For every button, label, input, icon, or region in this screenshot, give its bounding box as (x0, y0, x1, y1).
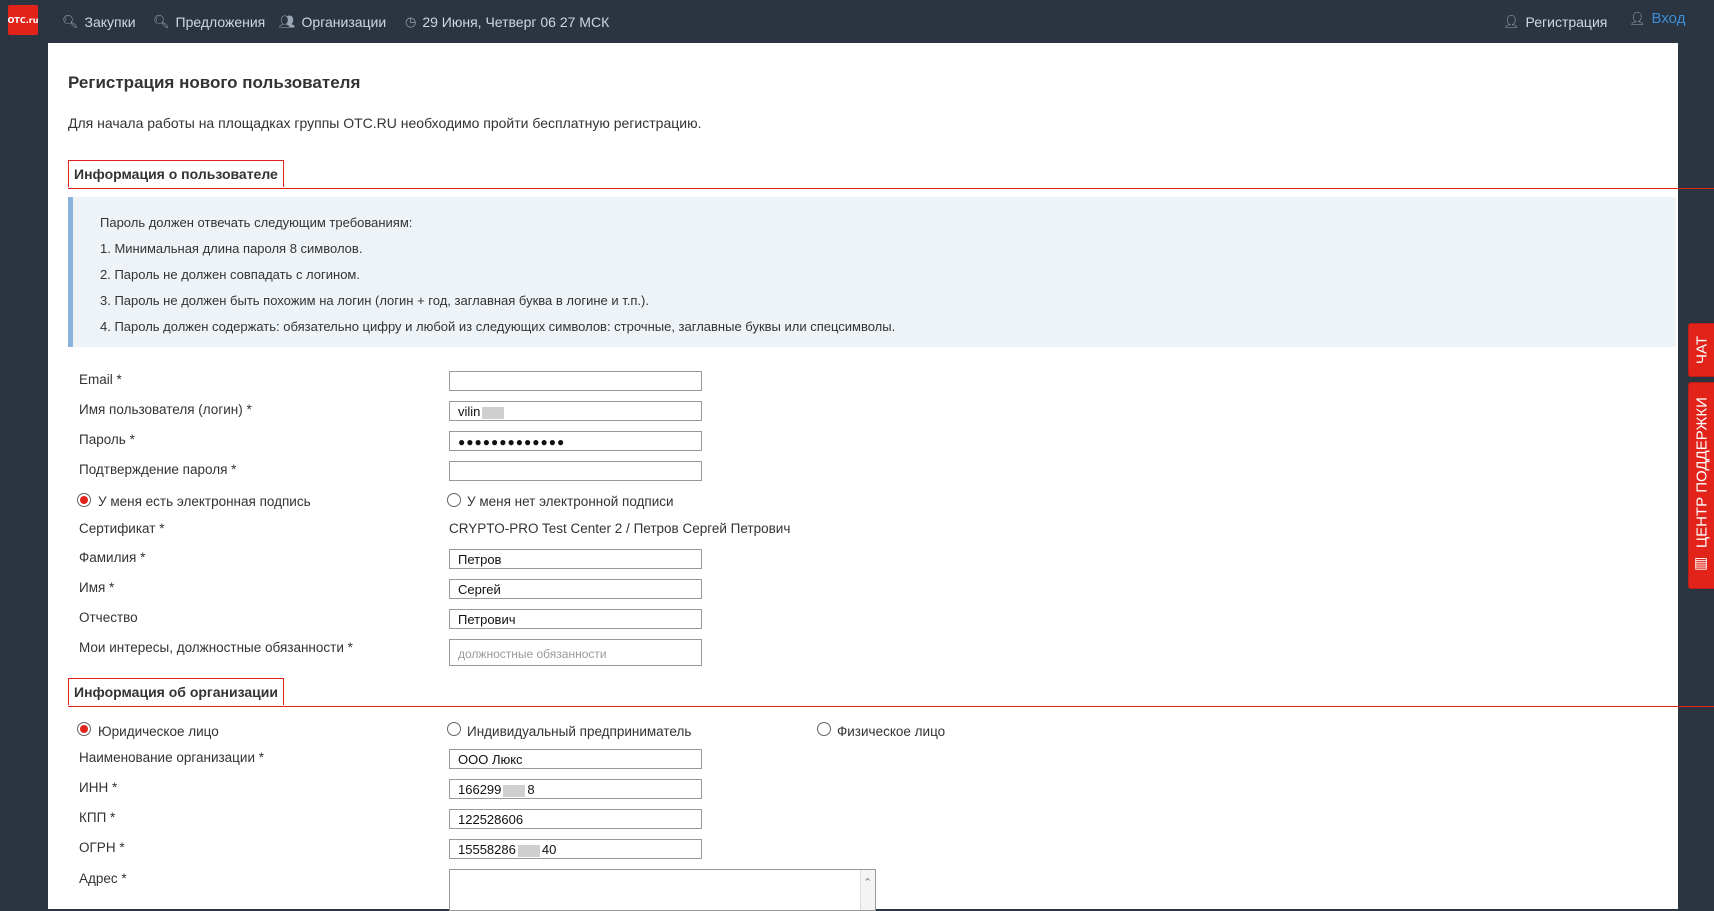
middle-name-label: Отчество (79, 610, 138, 625)
hint-item: 1. Минимальная длина пароля 8 символов. (100, 241, 363, 256)
password-hint: Пароль должен отвечать следующим требова… (68, 197, 1676, 347)
ogrn-value-start: 15558286 (458, 842, 516, 857)
hint-item: 4. Пароль должен содержать: обязательно … (100, 319, 896, 334)
inn-field[interactable]: 166299 8 (449, 779, 702, 799)
users-icon: 👥︎ (279, 13, 296, 29)
org-type-legal-label: Юридическое лицо (98, 724, 219, 739)
hint-item: 3. Пароль не должен быть похожим на логи… (100, 293, 649, 308)
redacted-block (517, 844, 540, 857)
support-icon: ▤ (1693, 555, 1710, 574)
last-name-field[interactable]: Петров (449, 549, 702, 569)
search-icon: 🔍︎ (153, 13, 170, 29)
org-type-ip-radio[interactable] (447, 722, 461, 736)
page-title: Регистрация нового пользователя (68, 73, 361, 92)
inn-label: ИНН * (79, 780, 118, 795)
user-icon: 👤︎ (1629, 10, 1646, 26)
nav-offers-label: Предложения (175, 13, 266, 30)
nav-offers[interactable]: 🔍︎ Предложения (153, 0, 265, 43)
clock-icon: ◷ (405, 13, 417, 29)
address-textarea[interactable] (449, 869, 876, 911)
certificate-label: Сертификат * (79, 521, 165, 536)
email-label: Email * (79, 372, 122, 387)
textarea-scrollbar[interactable] (860, 870, 875, 910)
register-link[interactable]: 👤︎ Регистрация (1503, 0, 1607, 43)
user-section-header: Информация о пользователе (68, 160, 1714, 189)
nav-purchases[interactable]: 🔍︎ Закупки (62, 0, 136, 43)
support-label: ЦЕНТР ПОДДЕРЖКИ (1693, 397, 1711, 548)
certificate-value: CRYPTO-PRO Test Center 2 / Петров Сергей… (449, 521, 791, 536)
first-name-label: Имя * (79, 580, 115, 595)
otc-logo[interactable]: OTC.ru (8, 5, 38, 35)
login-label: Вход (1651, 10, 1686, 27)
registration-panel: Регистрация нового пользователя Для нача… (48, 43, 1714, 911)
org-section-title: Информация об организации (68, 678, 284, 705)
signature-yes-label: У меня есть электронная подпись (98, 494, 311, 509)
password-confirm-label: Подтверждение пароля * (79, 462, 237, 477)
org-name-label: Наименование организации * (79, 750, 264, 765)
password-field[interactable]: ●●●●●●●●●●●●● (449, 431, 702, 451)
interests-field[interactable]: должностные обязанности (449, 639, 702, 666)
email-field[interactable] (449, 371, 702, 391)
nav-purchases-label: Закупки (84, 13, 136, 30)
hint-lead: Пароль должен отвечать следующим требова… (100, 215, 413, 230)
signature-no-radio[interactable] (447, 493, 461, 507)
kpp-label: КПП * (79, 810, 116, 825)
chat-label: ЧАТ (1693, 336, 1711, 364)
inn-value-start: 166299 (458, 782, 502, 797)
login-field[interactable]: vilin (449, 401, 702, 421)
org-type-legal-radio[interactable] (77, 722, 91, 736)
password-confirm-field[interactable] (449, 461, 702, 481)
login-value: vilin (458, 404, 481, 419)
kpp-field[interactable]: 122528606 (449, 809, 702, 829)
top-bar: OTC.ru 🔍︎ Закупки 🔍︎ Предложения 👥︎ Орга… (0, 0, 1714, 43)
search-icon: 🔍︎ (62, 13, 79, 29)
address-label: Адрес * (79, 871, 127, 886)
ogrn-field[interactable]: 15558286 40 (449, 839, 702, 859)
register-label: Регистрация (1525, 13, 1608, 30)
datetime-label: 29 Июня, Четверг 06 27 МСК (422, 13, 610, 30)
org-type-person-label: Физическое лицо (837, 724, 946, 739)
inn-value-end: 8 (527, 782, 535, 797)
datetime: ◷ 29 Июня, Четверг 06 27 МСК (405, 0, 609, 43)
signature-no-label: У меня нет электронной подписи (467, 494, 674, 509)
chat-tab[interactable]: ЧАТ (1688, 323, 1714, 377)
nav-organizations-label: Организации (301, 13, 387, 30)
page-intro: Для начала работы на площадках группы OT… (68, 115, 702, 131)
org-type-person-radio[interactable] (817, 722, 831, 736)
login-label: Имя пользователя (логин) * (79, 402, 252, 417)
login-link[interactable]: 👤︎ Вход (1629, 0, 1685, 40)
org-name-field[interactable]: ООО Люкс (449, 749, 702, 769)
ogrn-label: ОГРН * (79, 840, 125, 855)
org-section-header: Информация об организации (68, 678, 1714, 707)
first-name-field[interactable]: Сергей (449, 579, 702, 599)
password-label: Пароль * (79, 432, 135, 447)
redacted-block (482, 406, 505, 419)
support-center-tab[interactable]: ▤ ЦЕНТР ПОДДЕРЖКИ (1688, 382, 1714, 589)
user-section-title: Информация о пользователе (68, 160, 284, 187)
signature-yes-radio[interactable] (77, 493, 91, 507)
middle-name-field[interactable]: Петрович (449, 609, 702, 629)
hint-item: 2. Пароль не должен совпадать с логином. (100, 267, 360, 282)
user-plus-icon: 👤︎ (1503, 13, 1520, 29)
interests-placeholder: должностные обязанности (458, 647, 607, 661)
last-name-label: Фамилия * (79, 550, 146, 565)
ogrn-value-end: 40 (541, 842, 557, 857)
org-type-ip-label: Индивидуальный предприниматель (467, 724, 692, 739)
redacted-block (503, 784, 526, 797)
nav-organizations[interactable]: 👥︎ Организации (279, 0, 386, 43)
interests-label: Мои интересы, должностные обязанности * (79, 640, 353, 655)
